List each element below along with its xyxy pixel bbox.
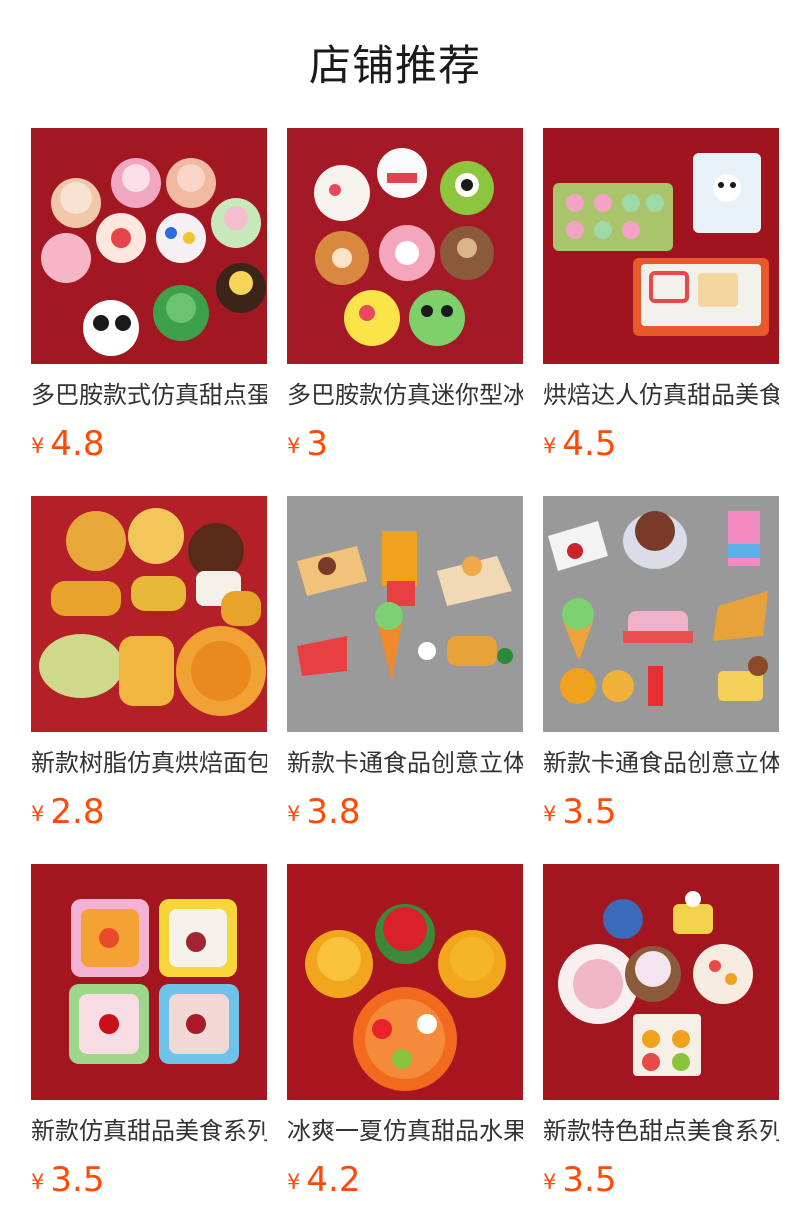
price-value: 3.5 — [50, 1160, 105, 1200]
product-card[interactable]: 新款仿真甜品美食系列 ¥3.5 — [31, 864, 267, 1232]
product-image[interactable] — [287, 864, 523, 1100]
price-value: 4.2 — [306, 1160, 361, 1200]
product-card[interactable]: 烘焙达人仿真甜品美食 ¥4.5 — [543, 128, 779, 496]
product-name[interactable]: 新款卡通食品创意立体冰箱贴 — [287, 748, 523, 778]
product-card[interactable]: 多巴胺款仿真迷你型冰箱贴 ¥3 — [287, 128, 523, 496]
product-name[interactable]: 烘焙达人仿真甜品美食 — [543, 380, 779, 410]
product-image[interactable] — [543, 128, 779, 364]
product-card[interactable]: 新款树脂仿真烘焙面包 ¥2.8 — [31, 496, 267, 864]
product-price: ¥4.2 — [287, 1160, 523, 1200]
currency-symbol: ¥ — [543, 434, 557, 458]
currency-symbol: ¥ — [287, 802, 301, 826]
product-price: ¥4.5 — [543, 424, 779, 464]
product-name[interactable]: 新款树脂仿真烘焙面包 — [31, 748, 267, 778]
currency-symbol: ¥ — [31, 434, 45, 458]
price-value: 3.5 — [562, 1160, 617, 1200]
product-price: ¥4.8 — [31, 424, 267, 464]
price-value: 3.8 — [306, 792, 361, 832]
product-name[interactable]: 新款特色甜点美食系列 — [543, 1116, 779, 1146]
product-card[interactable]: 冰爽一夏仿真甜品水果 ¥4.2 — [287, 864, 523, 1232]
product-image[interactable] — [31, 496, 267, 732]
product-image[interactable] — [543, 496, 779, 732]
product-name[interactable]: 新款卡通食品创意立体冰箱贴 — [543, 748, 779, 778]
product-name[interactable]: 新款仿真甜品美食系列 — [31, 1116, 267, 1146]
product-image[interactable] — [287, 496, 523, 732]
price-value: 2.8 — [50, 792, 105, 832]
product-price: ¥3 — [287, 424, 523, 464]
price-value: 3.5 — [562, 792, 617, 832]
currency-symbol: ¥ — [543, 1170, 557, 1194]
product-grid: 多巴胺款式仿真甜点蛋糕 ¥4.8 多巴胺款仿真迷你型冰箱贴 ¥3 — [31, 128, 779, 1232]
currency-symbol: ¥ — [287, 434, 301, 458]
currency-symbol: ¥ — [31, 1170, 45, 1194]
product-name[interactable]: 多巴胺款式仿真甜点蛋糕 — [31, 380, 267, 410]
currency-symbol: ¥ — [287, 1170, 301, 1194]
product-name[interactable]: 冰爽一夏仿真甜品水果 — [287, 1116, 523, 1146]
price-value: 4.8 — [50, 424, 105, 464]
product-price: ¥3.5 — [31, 1160, 267, 1200]
product-card[interactable]: 新款卡通食品创意立体冰箱贴 ¥3.8 — [287, 496, 523, 864]
product-card[interactable]: 新款特色甜点美食系列 ¥3.5 — [543, 864, 779, 1232]
product-card[interactable]: 多巴胺款式仿真甜点蛋糕 ¥4.8 — [31, 128, 267, 496]
product-price: ¥3.8 — [287, 792, 523, 832]
product-image[interactable] — [31, 864, 267, 1100]
product-price: ¥2.8 — [31, 792, 267, 832]
product-price: ¥3.5 — [543, 792, 779, 832]
product-image[interactable] — [287, 128, 523, 364]
price-value: 3 — [306, 424, 329, 464]
product-card[interactable]: 新款卡通食品创意立体冰箱贴 ¥3.5 — [543, 496, 779, 864]
product-name[interactable]: 多巴胺款仿真迷你型冰箱贴 — [287, 380, 523, 410]
product-image[interactable] — [31, 128, 267, 364]
currency-symbol: ¥ — [543, 802, 557, 826]
price-value: 4.5 — [562, 424, 617, 464]
currency-symbol: ¥ — [31, 802, 45, 826]
product-image[interactable] — [543, 864, 779, 1100]
page-title: 店铺推荐 — [308, 41, 481, 90]
product-price: ¥3.5 — [543, 1160, 779, 1200]
